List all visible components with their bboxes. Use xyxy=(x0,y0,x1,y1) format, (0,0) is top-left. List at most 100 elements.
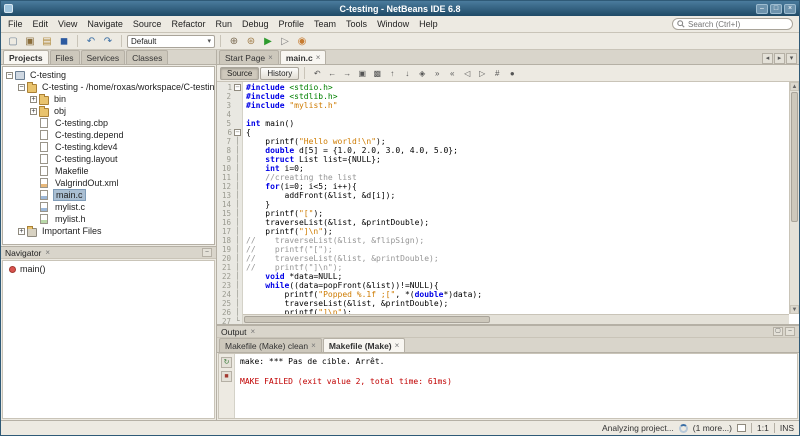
menu-source[interactable]: Source xyxy=(128,17,167,31)
undo-icon[interactable]: ↶ xyxy=(83,34,99,48)
debug-project-icon[interactable]: ▷ xyxy=(277,34,293,48)
menu-team[interactable]: Team xyxy=(309,17,341,31)
expand-icon[interactable]: + xyxy=(18,228,25,235)
expand-icon[interactable]: + xyxy=(30,96,37,103)
profile-project-icon[interactable]: ◉ xyxy=(294,34,310,48)
tree-item-obj[interactable]: +obj xyxy=(3,105,214,117)
highlight-icon[interactable]: ▩ xyxy=(370,67,384,80)
previous-bookmark-icon[interactable]: ↑ xyxy=(385,67,399,80)
navigator-minimize-icon[interactable]: – xyxy=(202,248,212,257)
code-editor[interactable]: 1−23456−7│8│9│10│11│12│13│14│15│16│17│18… xyxy=(217,82,799,324)
vertical-scrollbar[interactable]: ▲ ▼ xyxy=(789,82,799,314)
collapse-icon[interactable]: − xyxy=(18,84,25,91)
back-icon[interactable]: ← xyxy=(325,67,339,80)
scroll-down-icon[interactable]: ▼ xyxy=(790,305,799,314)
stop-build-icon[interactable]: ■ xyxy=(221,371,232,382)
shift-left-icon[interactable]: ◁ xyxy=(460,67,474,80)
menu-profile[interactable]: Profile xyxy=(274,17,310,31)
menu-edit[interactable]: Edit xyxy=(28,17,54,31)
tree-item-c-testing-kdev4[interactable]: C-testing.kdev4 xyxy=(3,141,214,153)
menu-view[interactable]: View xyxy=(53,17,82,31)
editor-tab-main-c[interactable]: main.c× xyxy=(280,50,327,64)
close-tab-icon[interactable]: × xyxy=(316,53,321,62)
scroll-up-icon[interactable]: ▲ xyxy=(790,82,799,91)
output-minimize-icon[interactable]: – xyxy=(785,327,795,336)
open-project-icon[interactable]: ▤ xyxy=(39,34,55,48)
editor-tab-start-page[interactable]: Start Page× xyxy=(219,50,279,64)
output-tab-makefile-make[interactable]: Makefile (Make)× xyxy=(323,338,406,352)
last-edit-icon[interactable]: ↶ xyxy=(310,67,324,80)
menu-refactor[interactable]: Refactor xyxy=(166,17,210,31)
history-view-button[interactable]: History xyxy=(260,67,299,80)
horizontal-scrollbar[interactable] xyxy=(243,314,789,324)
menu-help[interactable]: Help xyxy=(414,17,443,31)
output-tab-makefile-make-clean[interactable]: Makefile (Make) clean× xyxy=(219,338,322,352)
tree-item-mylist-c[interactable]: mylist.c xyxy=(3,201,214,213)
previous-error-icon[interactable]: « xyxy=(445,67,459,80)
menu-run[interactable]: Run xyxy=(210,17,237,31)
maximize-button[interactable]: □ xyxy=(770,4,782,14)
search-input[interactable] xyxy=(688,20,788,29)
tree-item-c-testing[interactable]: −C-testing xyxy=(3,69,214,81)
menu-window[interactable]: Window xyxy=(372,17,414,31)
collapse-icon[interactable]: − xyxy=(6,72,13,79)
output-console[interactable]: make: *** Pas de cible. Arrêt. MAKE FAIL… xyxy=(235,354,797,418)
menu-tools[interactable]: Tools xyxy=(341,17,372,31)
comment-icon[interactable]: # xyxy=(490,67,504,80)
task-list-icon[interactable] xyxy=(737,424,746,432)
tree-item-c-testing-home-roxas-workspace-c-testing[interactable]: −C-testing - /home/roxas/workspace/C-tes… xyxy=(3,81,214,93)
rerun-build-icon[interactable]: ↻ xyxy=(221,357,232,368)
navigator-close-icon[interactable]: × xyxy=(45,248,50,257)
minimize-button[interactable]: – xyxy=(756,4,768,14)
tab-list-icon[interactable]: ▾ xyxy=(786,53,797,64)
quick-search[interactable] xyxy=(672,18,793,30)
shift-right-icon[interactable]: ▷ xyxy=(475,67,489,80)
menu-debug[interactable]: Debug xyxy=(237,17,274,31)
tree-item-mylist-h[interactable]: mylist.h xyxy=(3,213,214,225)
tree-item-main-c[interactable]: main.c xyxy=(3,189,214,201)
explorer-tab-services[interactable]: Services xyxy=(81,50,126,64)
new-file-icon[interactable]: ▢ xyxy=(5,34,21,48)
save-all-icon[interactable]: ◼ xyxy=(56,34,72,48)
scroll-tabs-left-icon[interactable]: ◂ xyxy=(762,53,773,64)
more-tasks-link[interactable]: (1 more...) xyxy=(693,423,732,433)
new-project-icon[interactable]: ▣ xyxy=(22,34,38,48)
explorer-tab-classes[interactable]: Classes xyxy=(126,50,168,64)
scroll-tabs-right-icon[interactable]: ▸ xyxy=(774,53,785,64)
next-error-icon[interactable]: » xyxy=(430,67,444,80)
output-float-icon[interactable]: ▢ xyxy=(773,327,783,336)
tree-item-c-testing-layout[interactable]: C-testing.layout xyxy=(3,153,214,165)
forward-icon[interactable]: → xyxy=(340,67,354,80)
tree-item-important-files[interactable]: +Important Files xyxy=(3,225,214,237)
close-button[interactable]: × xyxy=(784,4,796,14)
redo-icon[interactable]: ↷ xyxy=(100,34,116,48)
tree-item-c-testing-depend[interactable]: C-testing.depend xyxy=(3,129,214,141)
tree-item-bin[interactable]: +bin xyxy=(3,93,214,105)
code-fold-toggle[interactable]: − xyxy=(234,129,241,136)
explorer-tab-files[interactable]: Files xyxy=(50,50,80,64)
config-select[interactable]: Default▾ xyxy=(127,35,215,48)
find-selection-icon[interactable]: ▣ xyxy=(355,67,369,80)
explorer-tab-projects[interactable]: Projects xyxy=(3,50,49,64)
close-tab-icon[interactable]: × xyxy=(395,341,400,350)
clean-build-project-icon[interactable]: ⊛ xyxy=(243,34,259,48)
source-view-button[interactable]: Source xyxy=(220,67,259,80)
close-tab-icon[interactable]: × xyxy=(268,53,273,62)
expand-icon[interactable]: + xyxy=(30,108,37,115)
build-project-icon[interactable]: ⊕ xyxy=(226,34,242,48)
tree-item-c-testing-cbp[interactable]: C-testing.cbp xyxy=(3,117,214,129)
close-tab-icon[interactable]: × xyxy=(311,341,316,350)
navigator-item-main[interactable]: main() xyxy=(3,263,214,275)
vertical-scrollbar-thumb[interactable] xyxy=(791,92,798,222)
tree-item-makefile[interactable]: Makefile xyxy=(3,165,214,177)
macro-record-icon[interactable]: ● xyxy=(505,67,519,80)
menu-navigate[interactable]: Navigate xyxy=(82,17,128,31)
tree-item-valgrindout-xml[interactable]: ValgrindOut.xml xyxy=(3,177,214,189)
code-fold-toggle[interactable]: − xyxy=(234,84,241,91)
toggle-bookmark-icon[interactable]: ◈ xyxy=(415,67,429,80)
horizontal-scrollbar-thumb[interactable] xyxy=(244,316,490,323)
next-bookmark-icon[interactable]: ↓ xyxy=(400,67,414,80)
output-close-icon[interactable]: × xyxy=(251,327,256,336)
code-text[interactable]: #include <stdio.h>#include <stdlib.h>#in… xyxy=(243,82,799,324)
menu-file[interactable]: File xyxy=(3,17,28,31)
